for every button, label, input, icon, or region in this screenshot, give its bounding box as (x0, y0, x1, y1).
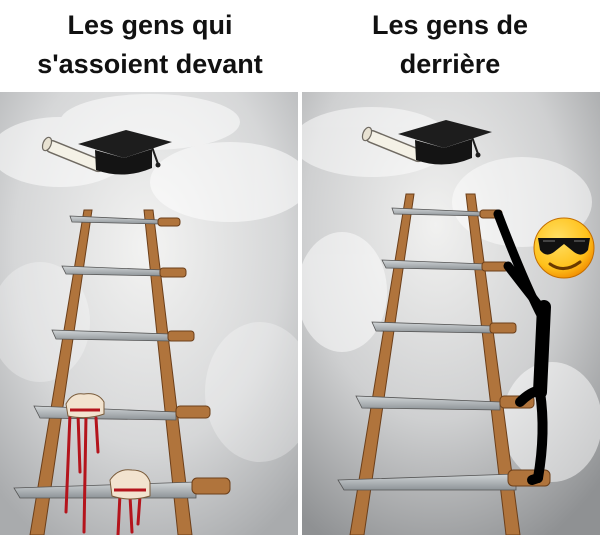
right-panel (302, 92, 600, 535)
left-caption-line2: s'assoient devant (37, 49, 263, 79)
meme: Les gens qui s'assoient devant Les gens … (0, 0, 600, 535)
sunglasses-emoji-icon (533, 217, 595, 279)
right-caption-line2: derrière (399, 49, 501, 79)
bleeding-hand-upper (65, 393, 105, 419)
bleeding-hand-lower (109, 469, 151, 500)
left-caption: Les gens qui s'assoient devant (0, 6, 300, 84)
right-caption-line1: Les gens de (371, 10, 529, 40)
right-caption: Les gens de derrière (300, 6, 600, 84)
left-illustration (0, 92, 298, 535)
right-illustration (302, 92, 600, 535)
left-caption-line1: Les gens qui (67, 10, 233, 40)
left-panel (0, 92, 298, 535)
